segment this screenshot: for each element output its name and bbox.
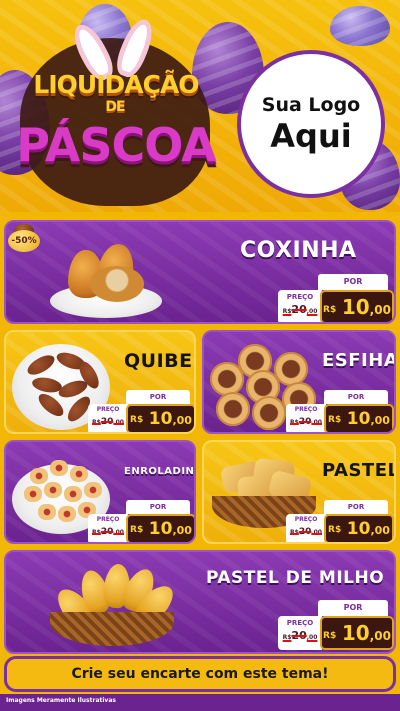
old-price: PREÇO R$20,00 [88, 404, 128, 432]
old-price-cents: ,00 [311, 529, 322, 536]
product-card-pastel-de-milho: PASTEL DE MILHO POR PREÇO R$20,00 R$ 10,… [4, 550, 396, 654]
product-name: PASTEL DE MILHO [206, 568, 385, 588]
product-name: PASTEL [322, 460, 396, 481]
title-line-2: DE [105, 99, 125, 115]
new-price-cents: ,00 [369, 303, 391, 317]
new-price-value: 10 [346, 519, 371, 539]
product-card-esfiha: ESFIHA POR PREÇO R$20,00 R$ 10,00 [202, 330, 396, 434]
new-price-currency: R$ [323, 305, 337, 315]
product-card-coxinha: COXINHA POR PREÇO R$20,00 R$ 10,00 [4, 220, 396, 324]
preco-label: PREÇO [294, 406, 318, 413]
old-price-value: 20 [100, 527, 114, 537]
preco-label: PREÇO [96, 406, 120, 413]
logo-placeholder: Sua Logo Aqui [237, 50, 385, 198]
new-price-currency: R$ [323, 631, 337, 641]
new-price-cents: ,00 [370, 524, 390, 537]
old-price: PREÇO R$20,00 [278, 290, 322, 322]
price-tag: POR PREÇO R$20,00 R$ 10,00 [88, 500, 194, 542]
new-price-currency: R$ [328, 415, 342, 425]
por-label: POR [318, 274, 388, 290]
preco-label: PREÇO [294, 516, 318, 523]
preco-label: PREÇO [96, 516, 120, 523]
logo-line-2: Aqui [270, 117, 352, 155]
old-price-cents: ,00 [311, 419, 322, 426]
por-label: POR [318, 600, 388, 616]
new-price-value: 10 [341, 621, 370, 645]
logo-line-1: Sua Logo [261, 94, 361, 116]
price-tag: POR PREÇO R$20,00 R$ 10,00 [286, 390, 394, 432]
cta-banner[interactable]: Crie seu encarte com este tema! [4, 656, 396, 692]
old-price: PREÇO R$20,00 [88, 514, 128, 542]
product-name: QUIBE [124, 350, 193, 372]
old-price: PREÇO R$20,00 [278, 616, 322, 650]
new-price: R$ 10,00 [126, 514, 194, 542]
new-price-value: 10 [148, 519, 173, 539]
disclaimer-text: Imagens Meramente Ilustrativas [6, 697, 116, 704]
new-price-currency: R$ [328, 525, 342, 535]
old-price-value: 20 [291, 629, 307, 642]
new-price-cents: ,00 [172, 414, 192, 427]
new-price: R$ 10,00 [320, 616, 394, 650]
old-price-cents: ,00 [306, 308, 318, 315]
title-line-3: PÁSCOA [16, 118, 216, 172]
preco-label: PREÇO [286, 619, 314, 627]
por-label: POR [324, 390, 388, 404]
new-price: R$ 10,00 [320, 290, 394, 322]
old-price: PREÇO R$20,00 [286, 404, 326, 432]
product-card-pastel: PASTEL POR PREÇO R$20,00 R$ 10,00 [202, 440, 396, 544]
por-label: POR [126, 500, 190, 514]
new-price-value: 10 [346, 409, 371, 429]
old-price-currency: R$ [92, 529, 101, 536]
easter-egg-icon [330, 6, 390, 46]
new-price-currency: R$ [130, 415, 144, 425]
old-price-cents: ,00 [113, 419, 124, 426]
old-price: PREÇO R$20,00 [286, 514, 326, 542]
coxinha-image [46, 241, 166, 322]
por-label: POR [324, 500, 388, 514]
product-name: ESFIHA [322, 350, 396, 371]
preco-label: PREÇO [286, 293, 314, 301]
title-line-1: LIQUIDAÇÃO [33, 70, 199, 99]
old-price-currency: R$ [92, 419, 101, 426]
old-price-currency: R$ [290, 419, 299, 426]
price-tag: POR PREÇO R$20,00 R$ 10,00 [278, 600, 394, 650]
new-price-cents: ,00 [172, 524, 192, 537]
new-price-cents: ,00 [369, 629, 391, 643]
pastel-de-milho-image [42, 556, 182, 652]
new-price-cents: ,00 [370, 414, 390, 427]
old-price-currency: R$ [290, 529, 299, 536]
price-tag: POR PREÇO R$20,00 R$ 10,00 [286, 500, 394, 542]
new-price: R$ 10,00 [126, 404, 194, 432]
old-price-value: 20 [100, 417, 114, 427]
new-price: R$ 10,00 [324, 404, 394, 432]
price-tag: POR PREÇO R$20,00 R$ 10,00 [278, 274, 394, 322]
new-price-value: 10 [341, 295, 370, 319]
old-price-cents: ,00 [306, 634, 318, 641]
old-price-cents: ,00 [113, 529, 124, 536]
price-tag: POR PREÇO R$20,00 R$ 10,00 [88, 390, 194, 432]
product-name: ENROLADINHO [124, 466, 195, 477]
discount-badge: -50% [8, 230, 40, 252]
new-price: R$ 10,00 [324, 514, 394, 542]
por-label: POR [126, 390, 190, 404]
new-price-currency: R$ [130, 525, 144, 535]
product-card-enroladinho: ENROLADINHO POR PREÇO R$20,00 R$ 10,00 [4, 440, 196, 544]
product-card-quibe: QUIBE POR PREÇO R$20,00 R$ 10,00 [4, 330, 196, 434]
old-price-value: 20 [298, 417, 312, 427]
header-banner: LIQUIDAÇÃO DE PÁSCOA Sua Logo Aqui [0, 0, 400, 212]
old-price-value: 20 [298, 527, 312, 537]
product-name: COXINHA [240, 238, 357, 263]
new-price-value: 10 [148, 409, 173, 429]
old-price-value: 20 [291, 303, 307, 316]
